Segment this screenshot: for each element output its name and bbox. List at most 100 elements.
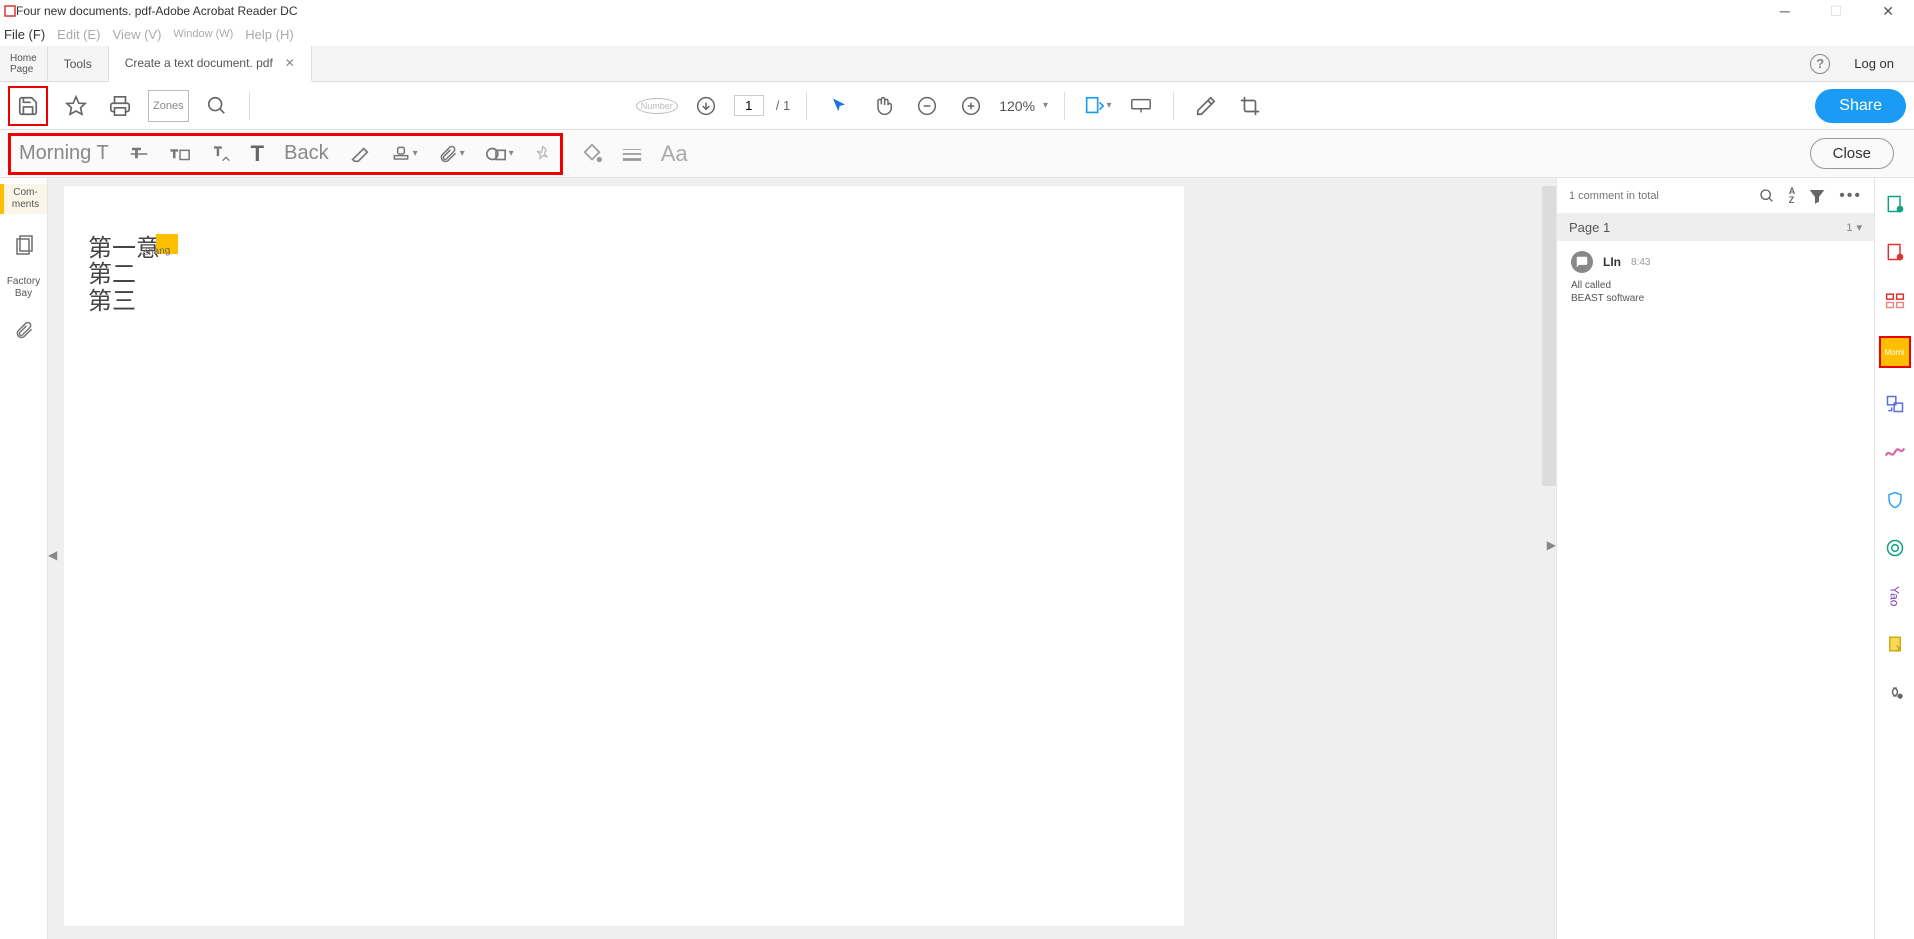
page-number-button[interactable]: Number (636, 90, 678, 122)
cursor-button[interactable] (823, 90, 855, 122)
menu-file[interactable]: File (F) (4, 27, 45, 42)
svg-text:T: T (214, 145, 221, 158)
paperclip-icon (14, 320, 34, 340)
search-icon (1759, 188, 1775, 204)
fill-color-tool[interactable] (581, 143, 603, 165)
line-weight-tool[interactable] (621, 145, 643, 163)
minimize-button[interactable]: ─ (1772, 1, 1798, 22)
rtool-yao[interactable]: Yao (1883, 584, 1907, 608)
zones-button[interactable]: Zones (148, 90, 189, 122)
logon-link[interactable]: Log on (1854, 56, 1894, 71)
help-icon[interactable]: ? (1810, 54, 1830, 74)
collapse-left-arrow[interactable]: ◀ (48, 548, 57, 562)
vertical-scrollbar[interactable] (1542, 186, 1556, 486)
rtool-comment-highlighted[interactable]: Morni (1879, 336, 1911, 368)
filter-icon (1809, 188, 1825, 204)
chevron-down-icon: ▾ (1856, 221, 1862, 234)
comments-page-section[interactable]: Page 1 1 ▾ (1557, 214, 1874, 241)
page-input[interactable] (734, 95, 764, 116)
share-button[interactable]: Share (1815, 89, 1906, 123)
search-comments-button[interactable] (1759, 188, 1775, 204)
find-button[interactable] (201, 90, 233, 122)
menu-window[interactable]: Window (W) (173, 28, 233, 40)
hand-button[interactable] (867, 90, 899, 122)
filter-comments-button[interactable] (1809, 188, 1825, 204)
save-button[interactable] (12, 90, 44, 122)
comment-item[interactable]: LIn 8:43 All called BEAST software (1557, 241, 1874, 315)
print-button[interactable] (104, 90, 136, 122)
stamp-tool[interactable]: ▾ (391, 144, 418, 164)
app-icon (4, 5, 16, 17)
zoom-in-button[interactable] (955, 90, 987, 122)
cursor-icon (830, 97, 848, 115)
sidebar-comments[interactable]: Com- ments (0, 184, 47, 214)
maximize-button[interactable]: ☐ (1822, 1, 1851, 22)
more-comments-button[interactable]: ••• (1839, 187, 1862, 205)
tab-close-icon[interactable]: ✕ (285, 56, 295, 70)
hand-icon (873, 96, 893, 116)
menu-view[interactable]: View (V) (113, 27, 162, 42)
comments-header: 1 comment in total A Z ••• (1557, 178, 1874, 214)
text-tool[interactable]: T (251, 141, 264, 167)
star-button[interactable] (60, 90, 92, 122)
menu-edit[interactable]: Edit (E) (57, 27, 100, 42)
text-caret-tool[interactable]: T (211, 144, 231, 164)
minus-icon (917, 96, 937, 116)
zoom-select[interactable]: 120%▾ (999, 98, 1048, 114)
sort-comments-button[interactable]: A Z (1789, 187, 1796, 205)
close-toolbar-button[interactable]: Close (1810, 138, 1894, 169)
sidebar-pages[interactable] (14, 234, 34, 256)
main-area: Com- ments Factory Bay ◀ 第一意 第二 第三 Zhang… (0, 178, 1914, 939)
tab-document[interactable]: Create a text document. pdf ✕ (109, 46, 312, 82)
keyboard-button[interactable] (1125, 90, 1157, 122)
text-box-tool[interactable]: T (169, 144, 191, 164)
collapse-right-arrow[interactable]: ▶ (1547, 538, 1556, 552)
rtool-compress[interactable] (1883, 536, 1907, 560)
tab-home[interactable]: Home Page (0, 46, 48, 81)
fit-width-button[interactable]: ▾ (1081, 90, 1113, 122)
rtool-organize[interactable] (1883, 288, 1907, 312)
rtool-more[interactable]: + (1883, 680, 1907, 704)
tab-tools[interactable]: Tools (48, 46, 109, 81)
comment-toolbar: Morning T T T T T Back ▾ ▾ ▾ Aa Close (0, 130, 1914, 178)
menu-help[interactable]: Help (H) (245, 27, 293, 42)
strikethrough-tool[interactable]: T (129, 144, 149, 164)
crop-button[interactable] (1234, 90, 1266, 122)
download-page-button[interactable] (690, 90, 722, 122)
left-sidebar: Com- ments Factory Bay (0, 178, 48, 939)
sidebar-factory-bay[interactable]: Factory Bay (7, 276, 40, 300)
svg-text:T: T (171, 148, 178, 160)
comment-time: 8:43 (1631, 257, 1650, 268)
comment-body: All called BEAST software (1571, 279, 1860, 305)
rtool-convert[interactable] (1883, 632, 1907, 656)
chevron-down-icon: ▾ (1043, 100, 1048, 111)
edit-button[interactable] (1190, 90, 1222, 122)
back-tool[interactable]: Back (284, 142, 328, 165)
rtool-combine[interactable] (1883, 392, 1907, 416)
close-window-button[interactable]: ✕ (1874, 1, 1902, 22)
pen-icon (1195, 95, 1217, 117)
pin-tool[interactable] (534, 145, 552, 163)
window-title: Four new documents. pdf-Adobe Acrobat Re… (4, 4, 297, 18)
comments-count: 1 comment in total (1569, 190, 1745, 202)
document-viewport[interactable]: 第一意 第二 第三 Zhang ▶ (48, 178, 1556, 939)
rtool-sign[interactable] (1883, 440, 1907, 464)
zoom-out-button[interactable] (911, 90, 943, 122)
right-sidebar: Morni Yao + (1874, 178, 1914, 939)
attachment-tool[interactable]: ▾ (438, 144, 465, 164)
shape-tool[interactable]: ▾ (485, 144, 514, 164)
morning-tool[interactable]: Morning T (19, 142, 109, 165)
svg-text:+: + (1898, 694, 1902, 701)
comment-author: LIn (1603, 255, 1621, 269)
text-style-tool[interactable]: Aa (661, 141, 688, 167)
sidebar-attachments[interactable] (14, 320, 34, 340)
rtool-create[interactable] (1883, 240, 1907, 264)
rtool-protect[interactable] (1883, 488, 1907, 512)
rtool-export[interactable] (1883, 192, 1907, 216)
eraser-tool[interactable] (349, 144, 371, 164)
window-controls: ─ ☐ ✕ (1772, 1, 1910, 22)
main-toolbar: Zones Number / 1 120%▾ ▾ Share (0, 82, 1914, 130)
crop-icon (1239, 95, 1261, 117)
comments-panel: 1 comment in total A Z ••• Page 1 1 ▾ LI… (1556, 178, 1874, 939)
page-total: / 1 (776, 98, 790, 113)
